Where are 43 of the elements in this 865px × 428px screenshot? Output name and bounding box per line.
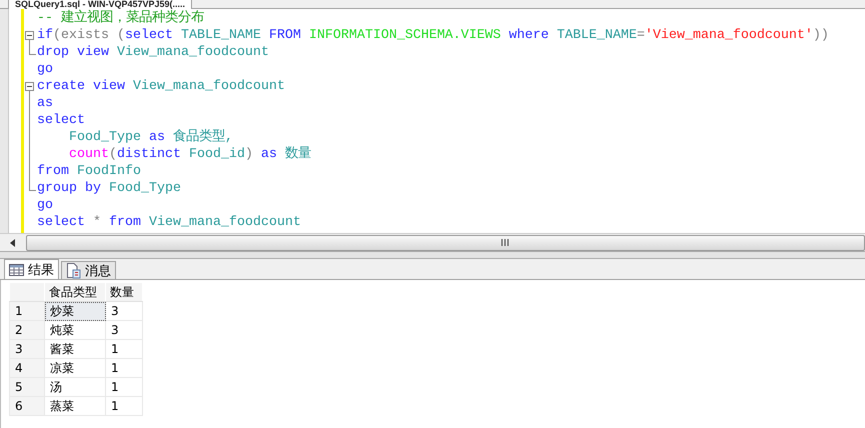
row-number[interactable]: 2 <box>10 320 44 340</box>
row-number[interactable]: 4 <box>10 358 44 378</box>
table-cell[interactable]: 炒菜 <box>44 302 106 320</box>
result-tab[interactable]: 消息 <box>61 261 116 279</box>
code-line: select * from View_mana_foodcount <box>37 214 301 231</box>
result-tab[interactable]: 结果 <box>4 259 59 279</box>
code-line: select <box>37 112 85 129</box>
code-line: -- 建立视图，菜品种类分布 <box>37 10 204 27</box>
scroll-left-icon[interactable] <box>10 238 16 246</box>
fold-end-icon <box>29 44 36 55</box>
code-line: group by Food_Type <box>37 180 181 197</box>
table-cell[interactable]: 1 <box>106 340 142 358</box>
table-cell[interactable]: 1 <box>106 378 142 396</box>
column-header[interactable]: 数量 <box>106 282 142 302</box>
collapse-icon[interactable] <box>25 82 34 91</box>
table-cell[interactable]: 汤 <box>44 378 106 396</box>
collapse-icon[interactable] <box>25 31 34 40</box>
table-cell[interactable]: 蒸菜 <box>44 396 106 416</box>
row-number[interactable]: 1 <box>10 302 44 320</box>
row-number[interactable]: 6 <box>10 396 44 416</box>
code-line: create view View_mana_foodcount <box>37 78 285 95</box>
code-line: Food_Type as 食品类型, <box>68 129 233 146</box>
code-line: as <box>37 95 53 112</box>
grip-icon <box>501 239 510 246</box>
code-line: count(distinct Food_id) as 数量 <box>68 146 311 163</box>
column-header[interactable]: 食品类型 <box>44 282 106 302</box>
row-number[interactable]: 5 <box>10 378 44 396</box>
scrollbar-thumb[interactable] <box>26 234 865 250</box>
table-cell[interactable]: 3 <box>106 320 142 340</box>
table-cell[interactable]: 酱菜 <box>44 340 106 358</box>
code-line: go <box>37 61 53 78</box>
table-cell[interactable]: 炖菜 <box>44 320 106 340</box>
grid-icon <box>9 264 24 276</box>
document-tab[interactable]: SQLQuery1.sql - WIN-VQP457VPJ59(..... <box>8 0 192 9</box>
table-cell[interactable]: 凉菜 <box>44 358 106 378</box>
table-cell[interactable]: 1 <box>106 358 142 378</box>
code-line: drop view View_mana_foodcount <box>37 44 269 61</box>
table-cell[interactable]: 3 <box>106 302 142 320</box>
table-cell[interactable]: 1 <box>106 396 142 416</box>
code-line: go <box>37 197 53 214</box>
code-line: from FoodInfo <box>37 163 141 180</box>
row-number[interactable]: 3 <box>10 340 44 358</box>
code-line: if(exists (select TABLE_NAME FROM INFORMATION_SCHEMA.VIEWS where TABLE_NAME='View_mana_foodcount')) <box>37 27 829 44</box>
